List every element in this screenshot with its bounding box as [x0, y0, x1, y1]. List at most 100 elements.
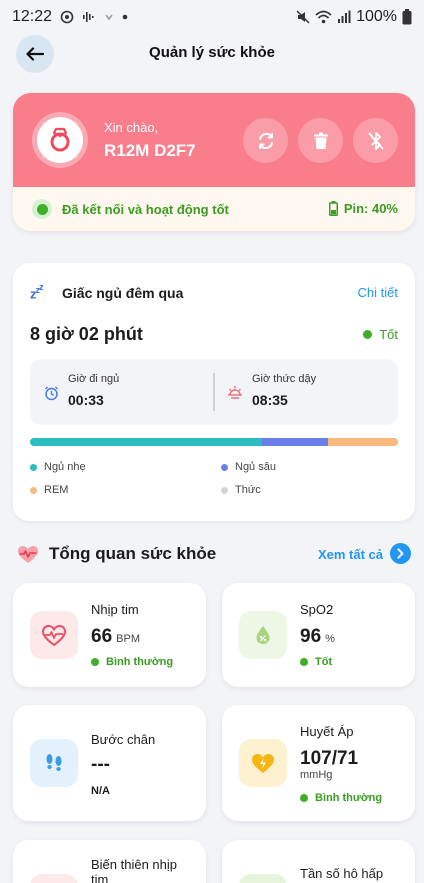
legend-rem: REM	[30, 484, 68, 496]
legend-label: Ngủ sâu	[235, 461, 276, 473]
sync-button[interactable]	[243, 118, 288, 163]
status-time: 12:22	[12, 8, 53, 25]
legend-dot	[221, 486, 228, 494]
chevron-right-icon	[397, 548, 404, 559]
device-name: R12M D2F7	[104, 141, 196, 160]
sleep-quality-label: Tốt	[379, 327, 398, 342]
wake-block: Giờ thức dậy 08:35	[252, 373, 316, 408]
system-icons: 100%	[296, 8, 412, 26]
sleep-quality: Tốt	[363, 327, 398, 342]
sleep-zzz-icon: zzz	[30, 282, 43, 302]
connection-status: Đã kết nối và hoạt động tốt	[62, 202, 229, 217]
spo2-number: 96	[300, 626, 322, 647]
device-card-header: Xin chào, R12M D2F7	[13, 93, 415, 187]
spo2-icon-tile	[239, 611, 287, 659]
sunrise-icon	[228, 386, 242, 399]
bluetooth-off-icon	[367, 131, 384, 150]
respiratory-icon-tile	[239, 874, 287, 883]
blood-pressure-icon-tile	[239, 739, 287, 787]
times-divider	[213, 373, 215, 411]
hrv-icon-tile	[30, 874, 78, 883]
wifi-icon	[315, 10, 332, 24]
heart-rate-status: Bình thường	[91, 656, 173, 668]
camera-notification-icon	[60, 10, 74, 24]
blood-pressure-status: Bình thường	[300, 792, 382, 804]
alarm-clock-icon	[45, 386, 58, 401]
respiratory-rate-card[interactable]: Tần số hô hấp	[222, 840, 415, 883]
delete-device-button[interactable]	[298, 118, 343, 163]
device-battery: Pin: 40%	[328, 201, 398, 216]
wake-value: 08:35	[252, 392, 288, 408]
steps-icon-tile	[30, 739, 78, 787]
page-title: Quản lý sức khỏe	[149, 44, 275, 61]
legend-label: Ngủ nhẹ	[44, 461, 86, 473]
wake-label: Giờ thức dậy	[252, 373, 317, 385]
trash-icon	[313, 132, 328, 149]
battery-level-icon	[328, 201, 338, 216]
legend-label: REM	[44, 484, 69, 496]
chevron-notification-icon	[105, 14, 113, 21]
blood-pressure-label: Huyết Áp	[300, 724, 354, 739]
spo2-label: SpO2	[300, 602, 334, 617]
steps-value: ---	[91, 754, 110, 775]
device-avatar	[32, 112, 88, 168]
battery-percent: 100%	[356, 8, 397, 25]
steps-label: Bước chân	[91, 732, 156, 747]
sleep-stage-segment	[30, 438, 262, 446]
heart-rate-status-label: Bình thường	[106, 656, 174, 668]
blood-pressure-status-label: Bình thường	[315, 792, 383, 804]
blood-pressure-unit: mmHg	[300, 769, 333, 781]
sleep-stage-segment	[261, 438, 329, 446]
hrv-label-line2: tim	[91, 872, 109, 883]
sleep-stage-segment	[328, 438, 398, 446]
bedtime-value: 00:33	[68, 392, 104, 408]
footsteps-icon	[46, 754, 62, 771]
spo2-unit: %	[325, 633, 335, 645]
hrv-label: Biến thiên nhịp tim	[91, 857, 177, 883]
legend-deep-sleep: Ngủ sâu	[221, 461, 276, 473]
heart-pulse-icon	[18, 546, 38, 563]
respiratory-rate-label: Tần số hô hấp	[300, 866, 384, 881]
see-all-button[interactable]	[390, 543, 411, 564]
sleep-card[interactable]: zzz Giấc ngủ đêm qua Chi tiết 8 giờ 02 p…	[13, 263, 415, 521]
hrv-card[interactable]: Biến thiên nhịp tim	[13, 840, 206, 883]
sync-icon	[258, 132, 273, 149]
spo2-card[interactable]: SpO2 96% Tốt	[222, 583, 415, 687]
notification-icons	[60, 10, 128, 24]
top-app-bar: Quản lý sức khỏe	[0, 34, 424, 74]
device-card: Xin chào, R12M D2F7 Đã kết nối và hoạt đ…	[13, 93, 415, 231]
ring-device-icon	[50, 127, 70, 152]
heart-rate-value: 66 BPM	[91, 626, 140, 648]
heart-rate-unit: BPM	[116, 633, 140, 645]
sleep-times-panel: Giờ đi ngủ 00:33 Giờ thức dậy 08:35	[30, 359, 398, 425]
heart-rate-icon	[42, 624, 66, 646]
sleep-title: Giấc ngủ đêm qua	[62, 285, 184, 301]
sleep-detail-link[interactable]: Chi tiết	[358, 285, 398, 300]
see-all-link[interactable]: Xem tất cả	[318, 547, 383, 562]
heart-rate-icon-tile	[30, 611, 78, 659]
spo2-status: Tốt	[300, 656, 332, 668]
heart-rate-card[interactable]: Nhịp tim 66 BPM Bình thường	[13, 583, 206, 687]
legend-light-sleep: Ngủ nhẹ	[30, 461, 86, 473]
heart-bolt-icon	[252, 753, 274, 773]
battery-icon	[402, 9, 412, 25]
heart-rate-label: Nhịp tim	[91, 602, 139, 617]
connected-indicator	[32, 199, 52, 219]
blood-pressure-value: 107/71	[300, 748, 359, 769]
more-dot-icon	[122, 14, 128, 20]
steps-sub: N/A	[91, 785, 110, 797]
legend-label: Thức	[235, 484, 261, 496]
mute-icon	[296, 10, 310, 24]
legend-dot	[30, 463, 37, 471]
blood-pressure-card[interactable]: Huyết Áp 107/71 mmHg Bình thường	[222, 705, 415, 821]
heart-rate-number: 66	[91, 626, 113, 647]
status-bar: 12:22 100%	[0, 0, 424, 34]
bluetooth-disconnect-button[interactable]	[353, 118, 398, 163]
steps-card[interactable]: Bước chân --- N/A	[13, 705, 206, 821]
sleep-stage-bar	[30, 438, 398, 446]
bedtime-block: Giờ đi ngủ 00:33	[68, 373, 119, 408]
bedtime-label: Giờ đi ngủ	[68, 373, 120, 385]
spo2-status-label: Tốt	[315, 656, 333, 668]
health-overview-title: Tổng quan sức khỏe	[49, 544, 217, 563]
legend-awake: Thức	[221, 484, 261, 496]
